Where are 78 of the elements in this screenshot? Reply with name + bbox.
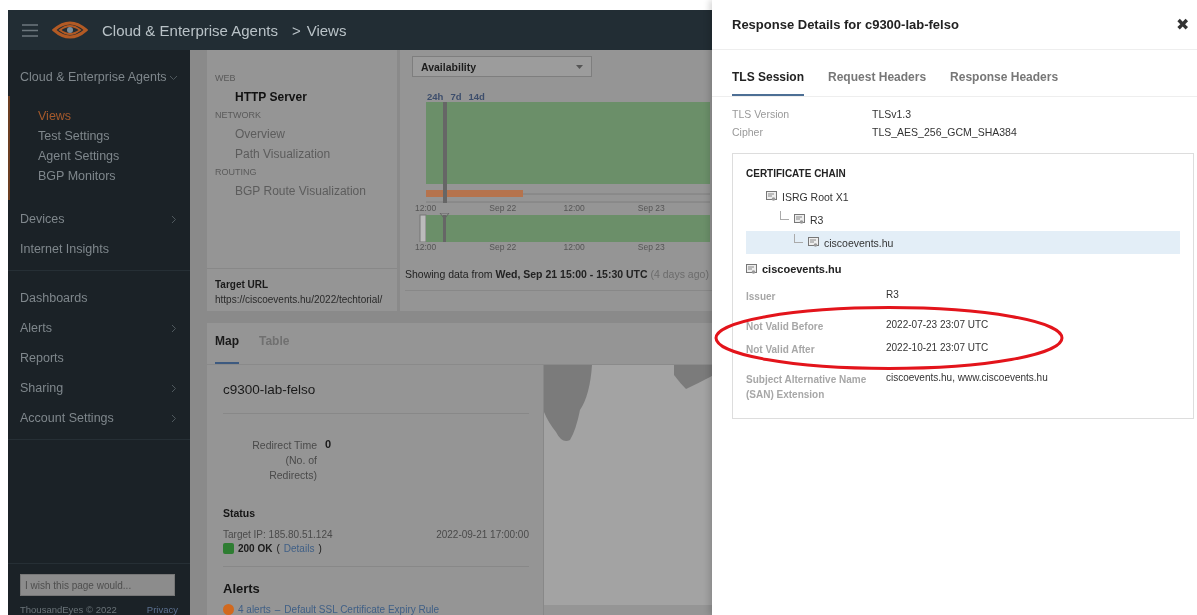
sidebar-item[interactable]: Account Settings — [8, 403, 190, 433]
section-heading: CERTIFICATE CHAIN — [746, 168, 847, 179]
metric-dropdown[interactable]: Availability — [412, 56, 592, 77]
paren-text: ) — [318, 543, 322, 554]
certificate-tree-item[interactable]: R3 — [746, 208, 1180, 231]
certificate-icon — [794, 214, 805, 225]
axis-tick-label: 12:00 — [415, 242, 438, 252]
sidebar-item[interactable]: Internet Insights — [8, 234, 190, 264]
breadcrumb-link[interactable]: Cloud & Enterprise Agents — [102, 21, 278, 39]
privacy-link[interactable]: Privacy — [146, 604, 178, 615]
alert-count: 4 alerts — [238, 604, 271, 615]
field-value: 2022-07-23 23:07 UTC — [886, 319, 989, 332]
sidebar-item[interactable]: Devices — [8, 204, 190, 234]
sidebar-subitem[interactable]: Test Settings — [10, 126, 190, 146]
metric-label: Redirect Time (No. of Redirects) — [251, 438, 317, 483]
alerts-heading: Alerts — [223, 581, 261, 596]
group-heading: ROUTING — [215, 167, 258, 177]
view-tab[interactable]: Map — [215, 334, 239, 364]
metric-value: 0 — [325, 438, 332, 452]
axis-tick-label: 12:00 — [563, 242, 586, 252]
certificate-tree-item[interactable]: ciscoevents.hu — [746, 231, 1180, 254]
group-heading: WEB — [215, 73, 237, 83]
paren-text: ( — [276, 543, 280, 554]
alert-rule-link[interactable]: Default SSL Certificate Expiry Rule — [284, 604, 440, 615]
separator-text: – — [274, 604, 281, 615]
caret-icon — [576, 64, 583, 69]
timestamp: 2022-09-21 17:00:00 — [436, 529, 529, 540]
target-url-label: Target URL — [215, 279, 270, 290]
certificate-name: ciscoevents.hu — [762, 263, 842, 275]
status-heading: Status — [223, 507, 257, 519]
range-link[interactable]: 14d — [468, 91, 485, 102]
range-link[interactable]: 24h — [427, 91, 444, 102]
field-value: 2022-10-21 23:07 UTC — [886, 342, 989, 355]
certificate-tree-item[interactable]: ISRG Root X1 — [746, 185, 1180, 208]
field-label: Issuer — [746, 290, 777, 304]
sidebar-item[interactable]: Reports — [8, 343, 190, 373]
details-link[interactable]: Details — [283, 543, 315, 554]
sidebar-item[interactable]: Sharing — [8, 373, 190, 403]
view-item[interactable]: HTTP Server — [215, 87, 389, 107]
field-label: Not Valid Before — [746, 320, 825, 334]
certificate-icon — [746, 263, 757, 275]
panel-tab[interactable]: Response Headers — [950, 70, 1059, 96]
panel-tab[interactable]: TLS Session — [732, 70, 805, 96]
copyright-text: ThousandEyes © 2022 — [20, 604, 117, 615]
field-value: ciscoevents.hu, www.ciscoevents.hu — [886, 372, 1048, 385]
field-label: Cipher — [732, 126, 764, 138]
group-heading: NETWORK — [215, 110, 262, 120]
view-item[interactable]: Path Visualization — [215, 144, 389, 164]
certificate-icon — [808, 237, 819, 248]
field-label: Not Valid After — [746, 343, 816, 357]
sidebar-item[interactable]: Dashboards — [8, 283, 190, 313]
axis-tick-label: 12:00 — [563, 203, 586, 213]
range-link[interactable]: 7d — [450, 91, 462, 102]
field-value: TLS_AES_256_GCM_SHA384 — [872, 126, 1017, 138]
target-ip: Target IP: 185.80.51.124 — [223, 529, 333, 540]
breadcrumb-separator: > — [291, 21, 301, 39]
field-label: TLS Version — [732, 108, 791, 120]
field-value: TLSv1.3 — [872, 108, 912, 120]
view-item[interactable]: Overview — [215, 124, 389, 144]
sidebar-item[interactable]: Cloud & Enterprise Agents — [8, 62, 190, 92]
menu-icon[interactable] — [22, 23, 38, 37]
sidebar-subitem[interactable]: Agent Settings — [10, 146, 190, 166]
close-button[interactable]: ✖ — [1172, 13, 1193, 36]
field-value: R3 — [886, 289, 899, 302]
sidebar-subitem[interactable]: Views — [10, 106, 190, 126]
sidebar-item[interactable]: Alerts — [8, 313, 190, 343]
sidebar-subitem[interactable]: BGP Monitors — [10, 166, 190, 186]
panel-title: Response Details for c9300-lab-felso — [732, 17, 959, 32]
field-label: Subject Alternative Name (SAN) Extension — [746, 373, 868, 402]
view-item[interactable]: BGP Route Visualization — [215, 181, 389, 201]
panel-tab[interactable]: Request Headers — [828, 70, 927, 96]
target-url: https://ciscoevents.hu/2022/techtorial/ — [215, 294, 384, 305]
agent-name: c9300-lab-felso — [223, 365, 529, 414]
certificate-icon — [766, 191, 777, 202]
axis-tick-label: 12:00 — [415, 203, 438, 213]
eye-logo-icon — [52, 20, 88, 40]
status-code: 200 OK — [238, 543, 273, 554]
breadcrumb-current: Views — [306, 21, 347, 39]
